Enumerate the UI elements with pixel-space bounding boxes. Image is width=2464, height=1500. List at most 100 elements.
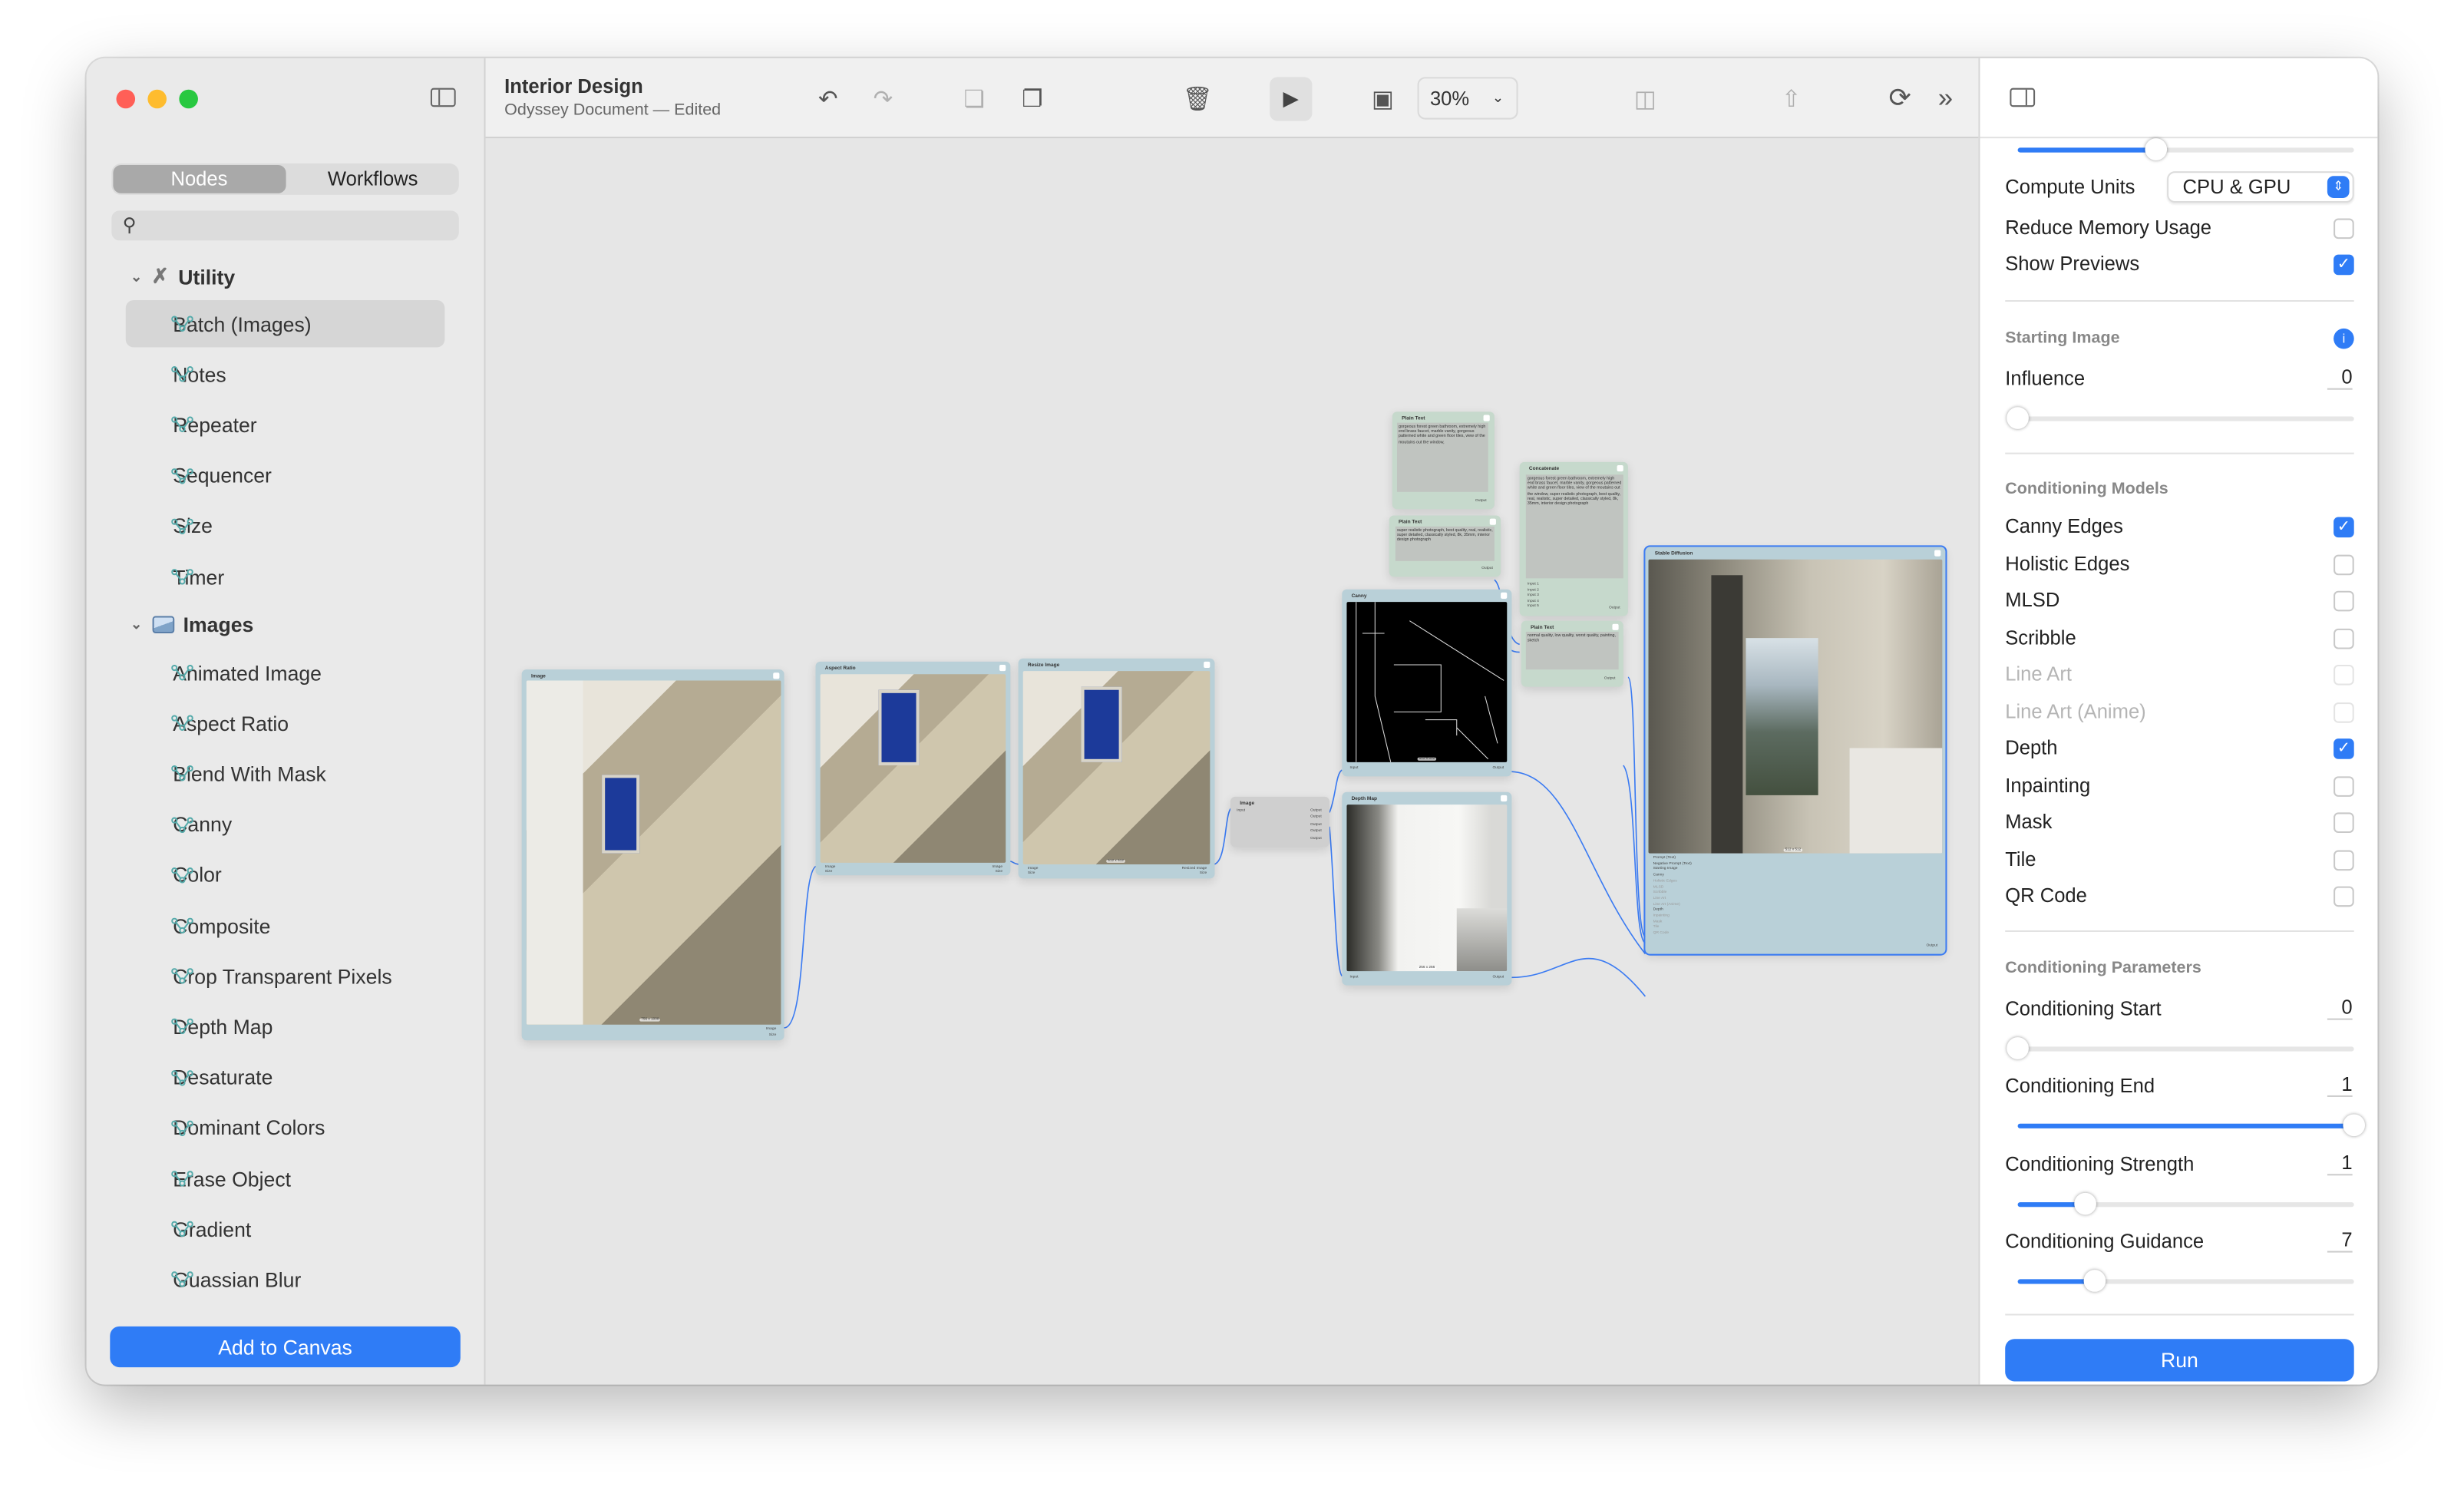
input-port[interactable]: Input 2 — [1528, 587, 1539, 592]
output-port[interactable]: Size — [1200, 871, 1207, 875]
sidebar-item[interactable]: Composite — [126, 902, 445, 949]
output-port[interactable]: Output — [1310, 821, 1322, 826]
reduce-memory-checkbox[interactable] — [2334, 218, 2354, 240]
node-collapse-button[interactable] — [1934, 550, 1941, 557]
text-field[interactable]: super realistic photograph, best quality… — [1395, 526, 1495, 561]
input-port[interactable]: Depth — [1653, 907, 1663, 912]
sidebar-item[interactable]: Guassian Blur — [126, 1257, 445, 1303]
input-port[interactable]: QR Code — [1653, 930, 1669, 935]
redo-icon[interactable]: ↷ — [866, 81, 900, 116]
output-port[interactable]: Output — [1310, 808, 1322, 812]
input-port[interactable]: Tile — [1653, 925, 1660, 930]
zoom-dropdown[interactable]: 30% ⌄ — [1417, 77, 1518, 120]
output-port[interactable]: Output — [1604, 676, 1616, 680]
sidebar-item[interactable]: Animated Image — [126, 649, 445, 695]
compute-units-select[interactable]: CPU & GPU ⇕ — [2167, 171, 2354, 203]
influence-value-field[interactable]: 0 — [2327, 366, 2353, 390]
input-port[interactable]: Size — [1028, 871, 1035, 875]
input-port[interactable]: Mask — [1653, 919, 1663, 923]
top-slider[interactable] — [2017, 138, 2354, 160]
node-collapse-button[interactable] — [773, 672, 780, 679]
input-port[interactable]: Input 3 — [1528, 593, 1539, 597]
paste-icon[interactable]: ❐ — [1015, 81, 1049, 116]
sidebar-item[interactable]: Size — [126, 503, 445, 550]
node-collapse-button[interactable] — [1489, 518, 1496, 525]
node-collapse-button[interactable] — [1483, 415, 1490, 421]
model-checkbox[interactable] — [2334, 664, 2354, 686]
inspector-toggle-icon[interactable] — [2010, 88, 2036, 107]
sidebar-item[interactable]: Sequencer — [126, 452, 445, 499]
output-port[interactable]: Output — [1310, 828, 1322, 833]
copy-icon[interactable]: ❏ — [957, 81, 992, 116]
param-value-field[interactable]: 1 — [2327, 1151, 2353, 1175]
node-plain-text-1[interactable]: Plain Text gorgeous forest green bathroo… — [1392, 411, 1495, 510]
input-port[interactable]: Line Art (Anime) — [1653, 901, 1680, 906]
influence-slider[interactable] — [2007, 407, 2354, 429]
tab-workflows[interactable]: Workflows — [287, 164, 459, 195]
node-collapse-button[interactable] — [1501, 795, 1508, 802]
sidebar-item[interactable]: Depth Map — [126, 1003, 445, 1050]
trash-icon[interactable]: 🗑 — [1180, 81, 1214, 116]
node-collapse-button[interactable] — [1501, 592, 1508, 599]
model-checkbox[interactable] — [2334, 702, 2354, 722]
input-port[interactable]: Negative Prompt (Text) — [1653, 861, 1692, 865]
node-resize-image[interactable]: Resize Image 512 x 512 Image Size Resize… — [1018, 658, 1215, 879]
search-input[interactable]: ⚲ — [111, 210, 459, 241]
sidebar-toggle-icon[interactable] — [430, 88, 456, 107]
input-port[interactable]: Prompt (Text) — [1653, 855, 1676, 860]
output-port[interactable]: Output — [1609, 605, 1620, 610]
node-canny[interactable]: Canny 512 x 512 Input Output — [1342, 589, 1512, 777]
sidebar-item[interactable]: Color — [126, 851, 445, 898]
play-icon[interactable]: ▶ — [1270, 77, 1313, 121]
output-port[interactable]: Output — [1475, 498, 1487, 503]
node-concatenate[interactable]: Concatenate gorgeous forest green bathro… — [1519, 461, 1628, 616]
sidebar-item[interactable]: Repeater — [126, 401, 445, 448]
close-window-button[interactable] — [116, 89, 136, 109]
tab-nodes[interactable]: Nodes — [113, 164, 286, 193]
node-stable-diffusion[interactable]: Stable Diffusion 512 x 512 Prompt (Text)… — [1643, 545, 1947, 956]
node-collapse-button[interactable] — [999, 664, 1006, 672]
fit-icon[interactable]: ▣ — [1366, 81, 1400, 116]
add-to-canvas-button[interactable]: Add to Canvas — [110, 1326, 461, 1368]
info-icon[interactable]: i — [2334, 328, 2354, 349]
output-port[interactable]: Size — [996, 869, 1003, 874]
sidebar-item[interactable]: Aspect Ratio — [126, 699, 445, 746]
input-port[interactable]: Input — [1350, 974, 1359, 979]
input-port[interactable]: Input — [1237, 808, 1245, 812]
input-port[interactable]: Scribble — [1653, 890, 1667, 894]
refresh-icon[interactable]: ⟳ — [1883, 81, 1917, 116]
sidebar-item[interactable]: Timer — [126, 553, 445, 600]
model-checkbox[interactable] — [2334, 812, 2354, 834]
model-checkbox[interactable] — [2334, 627, 2354, 649]
input-port[interactable]: Input 4 — [1528, 598, 1539, 603]
input-port[interactable]: Input 1 — [1528, 581, 1539, 586]
model-checkbox[interactable] — [2334, 553, 2354, 575]
output-port[interactable]: Size — [769, 1032, 777, 1037]
input-port[interactable]: Line Art — [1653, 896, 1666, 900]
param-slider[interactable] — [2007, 1037, 2354, 1059]
zoom-window-button[interactable] — [179, 89, 198, 109]
node-aspect-ratio[interactable]: Aspect Ratio Image Size Image Size — [815, 661, 1011, 876]
chevrons-right-icon[interactable]: » — [1928, 81, 1963, 116]
model-checkbox[interactable] — [2334, 886, 2354, 907]
output-port[interactable]: Output — [1310, 814, 1322, 819]
undo-icon[interactable]: ↶ — [811, 81, 845, 116]
input-port[interactable]: Holistic Edges — [1653, 878, 1677, 883]
input-port[interactable]: Input 5 — [1528, 603, 1539, 608]
output-port[interactable]: Output — [1926, 943, 1937, 947]
share-icon[interactable]: ⇧ — [1774, 81, 1808, 116]
output-port[interactable]: Output — [1492, 974, 1504, 979]
sidebar-item[interactable]: Blend With Mask — [126, 750, 445, 797]
input-port[interactable]: MLSD — [1653, 884, 1664, 889]
input-port[interactable]: Canny — [1653, 872, 1664, 877]
model-checkbox[interactable]: ✓ — [2334, 517, 2354, 538]
node-depth-map[interactable]: Depth Map 256 x 256 Input Output — [1342, 791, 1512, 986]
output-port[interactable]: Output — [1481, 566, 1493, 570]
text-field[interactable]: normal quality, low quality, worst quali… — [1525, 631, 1619, 670]
input-port[interactable]: Input — [1350, 765, 1359, 770]
sidebar-item[interactable]: Erase Object — [126, 1155, 445, 1202]
sidebar-item[interactable]: Canny — [126, 801, 445, 847]
output-port[interactable]: Output — [1310, 835, 1322, 840]
param-slider[interactable] — [2017, 1115, 2366, 1137]
model-checkbox[interactable] — [2334, 775, 2354, 796]
